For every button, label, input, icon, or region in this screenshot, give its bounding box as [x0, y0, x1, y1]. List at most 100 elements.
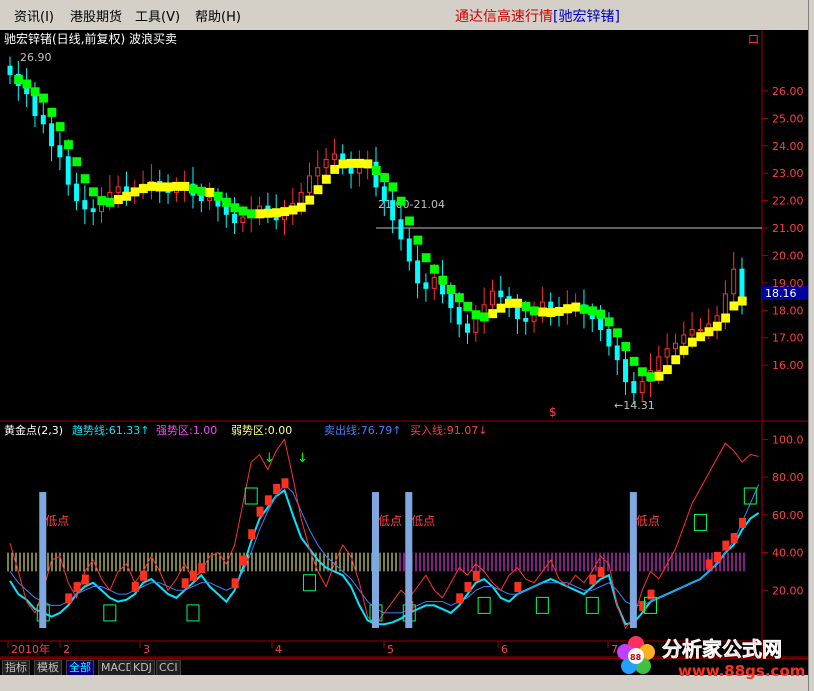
wave-line-segment [396, 196, 406, 206]
trend-rising-bar [231, 578, 239, 589]
price-candle [489, 290, 495, 306]
price-candle [598, 318, 604, 331]
price-candle [415, 260, 421, 284]
price-candle [514, 307, 520, 320]
price-axis-label: 25.00 [772, 112, 804, 125]
wave-line-segment [729, 301, 739, 311]
wave-line-segment [305, 195, 315, 205]
trend-rising-bar [65, 593, 73, 604]
chart-corner-mark[interactable]: 口 [748, 33, 759, 46]
wave-line-segment [105, 197, 115, 207]
wave-line-segment [405, 216, 414, 226]
trend-rising-bar [256, 506, 264, 517]
tab-kdj[interactable]: KDJ [130, 660, 155, 676]
wave-line-segment [388, 182, 398, 192]
price-candle [631, 381, 637, 394]
low-point-2-label: 低点 [378, 514, 402, 528]
wave-line-segment [163, 182, 173, 192]
wave-line-segment [39, 93, 48, 103]
wave-line-segment [64, 140, 73, 150]
tab-template[interactable]: 模板 [34, 660, 62, 676]
menu-help[interactable]: 帮助(H) [195, 6, 241, 25]
wave-line-segment [255, 209, 265, 219]
wave-line-segment [72, 157, 82, 167]
time-axis-label: 3 [143, 643, 150, 656]
low-point-4-bar [629, 492, 637, 628]
chart-area[interactable]: 驰宏锌锗(日线,前复权) 波浪买卖 口 26.90 ←14.31 21.00-2… [0, 30, 808, 658]
price-candle [697, 329, 703, 331]
wave-line-segment [413, 235, 423, 245]
trend-rising-bar [722, 540, 730, 551]
trend-rising-bar [198, 563, 206, 574]
tab-all[interactable]: 全部 [66, 660, 94, 676]
indicator-param-1: 强势区:1.00 [156, 424, 217, 437]
sell-arrow-2: ↓ [297, 451, 308, 466]
price-candle [32, 93, 38, 117]
price-axis-label: 19.00 [772, 277, 804, 290]
wave-line-segment [563, 304, 572, 314]
wave-line-segment [363, 159, 373, 169]
price-axis-label: 17.00 [772, 332, 804, 345]
menu-hk-futures[interactable]: 港股期货 [70, 6, 122, 25]
wave-line-segment [238, 206, 248, 216]
trend-rising-bar [705, 559, 713, 570]
tab-indicator[interactable]: 指标 [2, 660, 30, 676]
wave-line-segment [513, 298, 523, 308]
price-candle [356, 167, 362, 174]
low-point-1-label: 低点 [45, 514, 69, 528]
low-point-3-label: 低点 [411, 514, 435, 528]
wave-line-segment [696, 332, 706, 342]
price-axis-label: 23.00 [772, 167, 804, 180]
price-candle [614, 345, 620, 361]
trend-rising-bar [281, 478, 289, 489]
trend-rising-bar [589, 574, 597, 585]
sell-arrow-1: ↓ [264, 451, 275, 466]
wave-line-segment [30, 87, 40, 97]
wave-line-segment [704, 327, 714, 337]
price-candle [198, 194, 204, 202]
price-candle [323, 158, 329, 169]
wave-line-segment [529, 306, 539, 316]
time-axis-label: 2010年 [11, 642, 50, 656]
price-marker: $ [549, 405, 557, 419]
wave-line-segment [263, 208, 273, 218]
price-axis-label: 21.00 [772, 222, 804, 235]
wave-line-segment [113, 195, 123, 205]
trend-rising-bar [456, 593, 464, 604]
wave-line-segment [479, 312, 489, 322]
menu-info[interactable]: 资讯(I) [14, 6, 54, 25]
wave-line-segment [47, 107, 57, 117]
wave-line-segment [321, 174, 331, 184]
price-candle [722, 293, 728, 317]
tab-cci[interactable]: CCI [156, 660, 181, 676]
low-point-1-bar [39, 492, 47, 628]
wave-line-segment [679, 345, 689, 355]
wave-line-segment [172, 181, 182, 191]
wave-line-segment [313, 185, 323, 195]
trend-rising-bar [464, 582, 472, 593]
menu-tools[interactable]: 工具(V) [135, 6, 180, 25]
wave-line-segment [296, 202, 306, 212]
chart-canvas[interactable]: 驰宏锌锗(日线,前复权) 波浪买卖 口 26.90 ←14.31 21.00-2… [0, 30, 808, 658]
wave-line-segment [579, 304, 589, 314]
wave-line-segment [380, 173, 389, 183]
trend-rising-bar [248, 529, 256, 540]
wave-line-segment [89, 187, 98, 197]
price-candle [473, 318, 479, 333]
trend-rising-bar [472, 570, 480, 581]
trend-rising-bar [597, 566, 605, 577]
wave-line-segment [687, 337, 697, 347]
trend-rising-bar [131, 582, 139, 593]
trend-rising-bar [730, 533, 738, 544]
price-axis-label: 20.00 [772, 249, 804, 262]
low-point-4-label: 低点 [636, 514, 660, 528]
wave-line-segment [471, 310, 481, 320]
indicator-param-0: 趋势线:61.33↑ [72, 423, 149, 437]
price-candle [390, 200, 396, 221]
price-candle [65, 156, 71, 185]
menu-bar: 资讯(I) 港股期货 工具(V) 帮助(H) 通达信高速行情[驰宏锌锗] [0, 0, 808, 31]
chart-header: 驰宏锌锗(日线,前复权) 波浪买卖 [4, 31, 177, 46]
level-line-label: 21.00-21.04 [378, 198, 445, 211]
vertical-scrollbar[interactable] [808, 0, 814, 691]
low-point-3-bar [405, 492, 413, 628]
